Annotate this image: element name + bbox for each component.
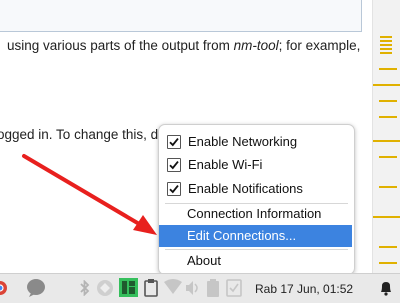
- network-icon[interactable]: [96, 279, 114, 302]
- keyboard-icon[interactable]: [226, 279, 242, 302]
- menu-item-label: Enable Notifications: [188, 181, 303, 196]
- volume-icon[interactable]: [185, 280, 201, 301]
- menu-item-label: Enable Wi-Fi: [188, 157, 263, 172]
- text-fragment: ; for example,: [278, 38, 361, 53]
- scroll-marker: [373, 140, 400, 142]
- checkbox-checked-icon: [167, 182, 181, 196]
- chat-icon[interactable]: [26, 278, 46, 303]
- scroll-marker: [379, 186, 397, 188]
- bell-icon[interactable]: [379, 280, 393, 301]
- scroll-marker: [379, 116, 397, 118]
- menu-item-label: Connection Information: [187, 206, 322, 221]
- menu-item-enable-networking[interactable]: Enable Networking: [159, 131, 354, 153]
- text-fragment: using various parts of the output from: [7, 38, 234, 53]
- scroll-search-markers: [380, 36, 392, 56]
- checkbox-checked-icon: [167, 158, 181, 172]
- chrome-icon[interactable]: [0, 280, 8, 301]
- taskbar: Rab 17 Jun, 01:52: [0, 273, 400, 303]
- menu-item-edit-connections[interactable]: Edit Connections...: [159, 225, 352, 247]
- code-block: [0, 0, 362, 32]
- scrollbar[interactable]: [372, 0, 400, 273]
- menu-item-label: Edit Connections...: [187, 228, 297, 243]
- scroll-marker: [379, 100, 397, 102]
- document-text-line: ogged in. To change this, do: [0, 127, 166, 142]
- menu-item-connection-information[interactable]: Connection Information: [159, 203, 354, 225]
- menu-item-about[interactable]: About: [159, 250, 354, 272]
- menu-item-enable-notifications[interactable]: Enable Notifications: [159, 178, 354, 200]
- scroll-marker: [379, 68, 397, 70]
- scroll-marker: [379, 262, 397, 264]
- checkbox-checked-icon: [167, 135, 181, 149]
- scroll-marker: [373, 216, 400, 218]
- document-text-line: using various parts of the output from n…: [7, 38, 360, 53]
- bluetooth-icon[interactable]: [79, 279, 91, 301]
- menu-item-label: About: [187, 253, 221, 268]
- wifi-icon[interactable]: [164, 279, 182, 300]
- network-context-menu: Enable Networking Enable Wi-Fi Enable No…: [158, 124, 355, 275]
- battery-icon[interactable]: [206, 279, 220, 303]
- menu-item-label: Enable Networking: [188, 134, 298, 149]
- clock[interactable]: Rab 17 Jun, 01:52: [255, 282, 353, 296]
- scroll-marker: [379, 156, 397, 158]
- clipboard-icon[interactable]: [144, 278, 158, 302]
- text-fragment-italic: nm-tool: [233, 38, 279, 53]
- scroll-marker: [379, 246, 397, 248]
- manjaro-icon[interactable]: [119, 278, 138, 302]
- scroll-marker: [373, 84, 400, 86]
- menu-item-enable-wifi[interactable]: Enable Wi-Fi: [159, 154, 354, 176]
